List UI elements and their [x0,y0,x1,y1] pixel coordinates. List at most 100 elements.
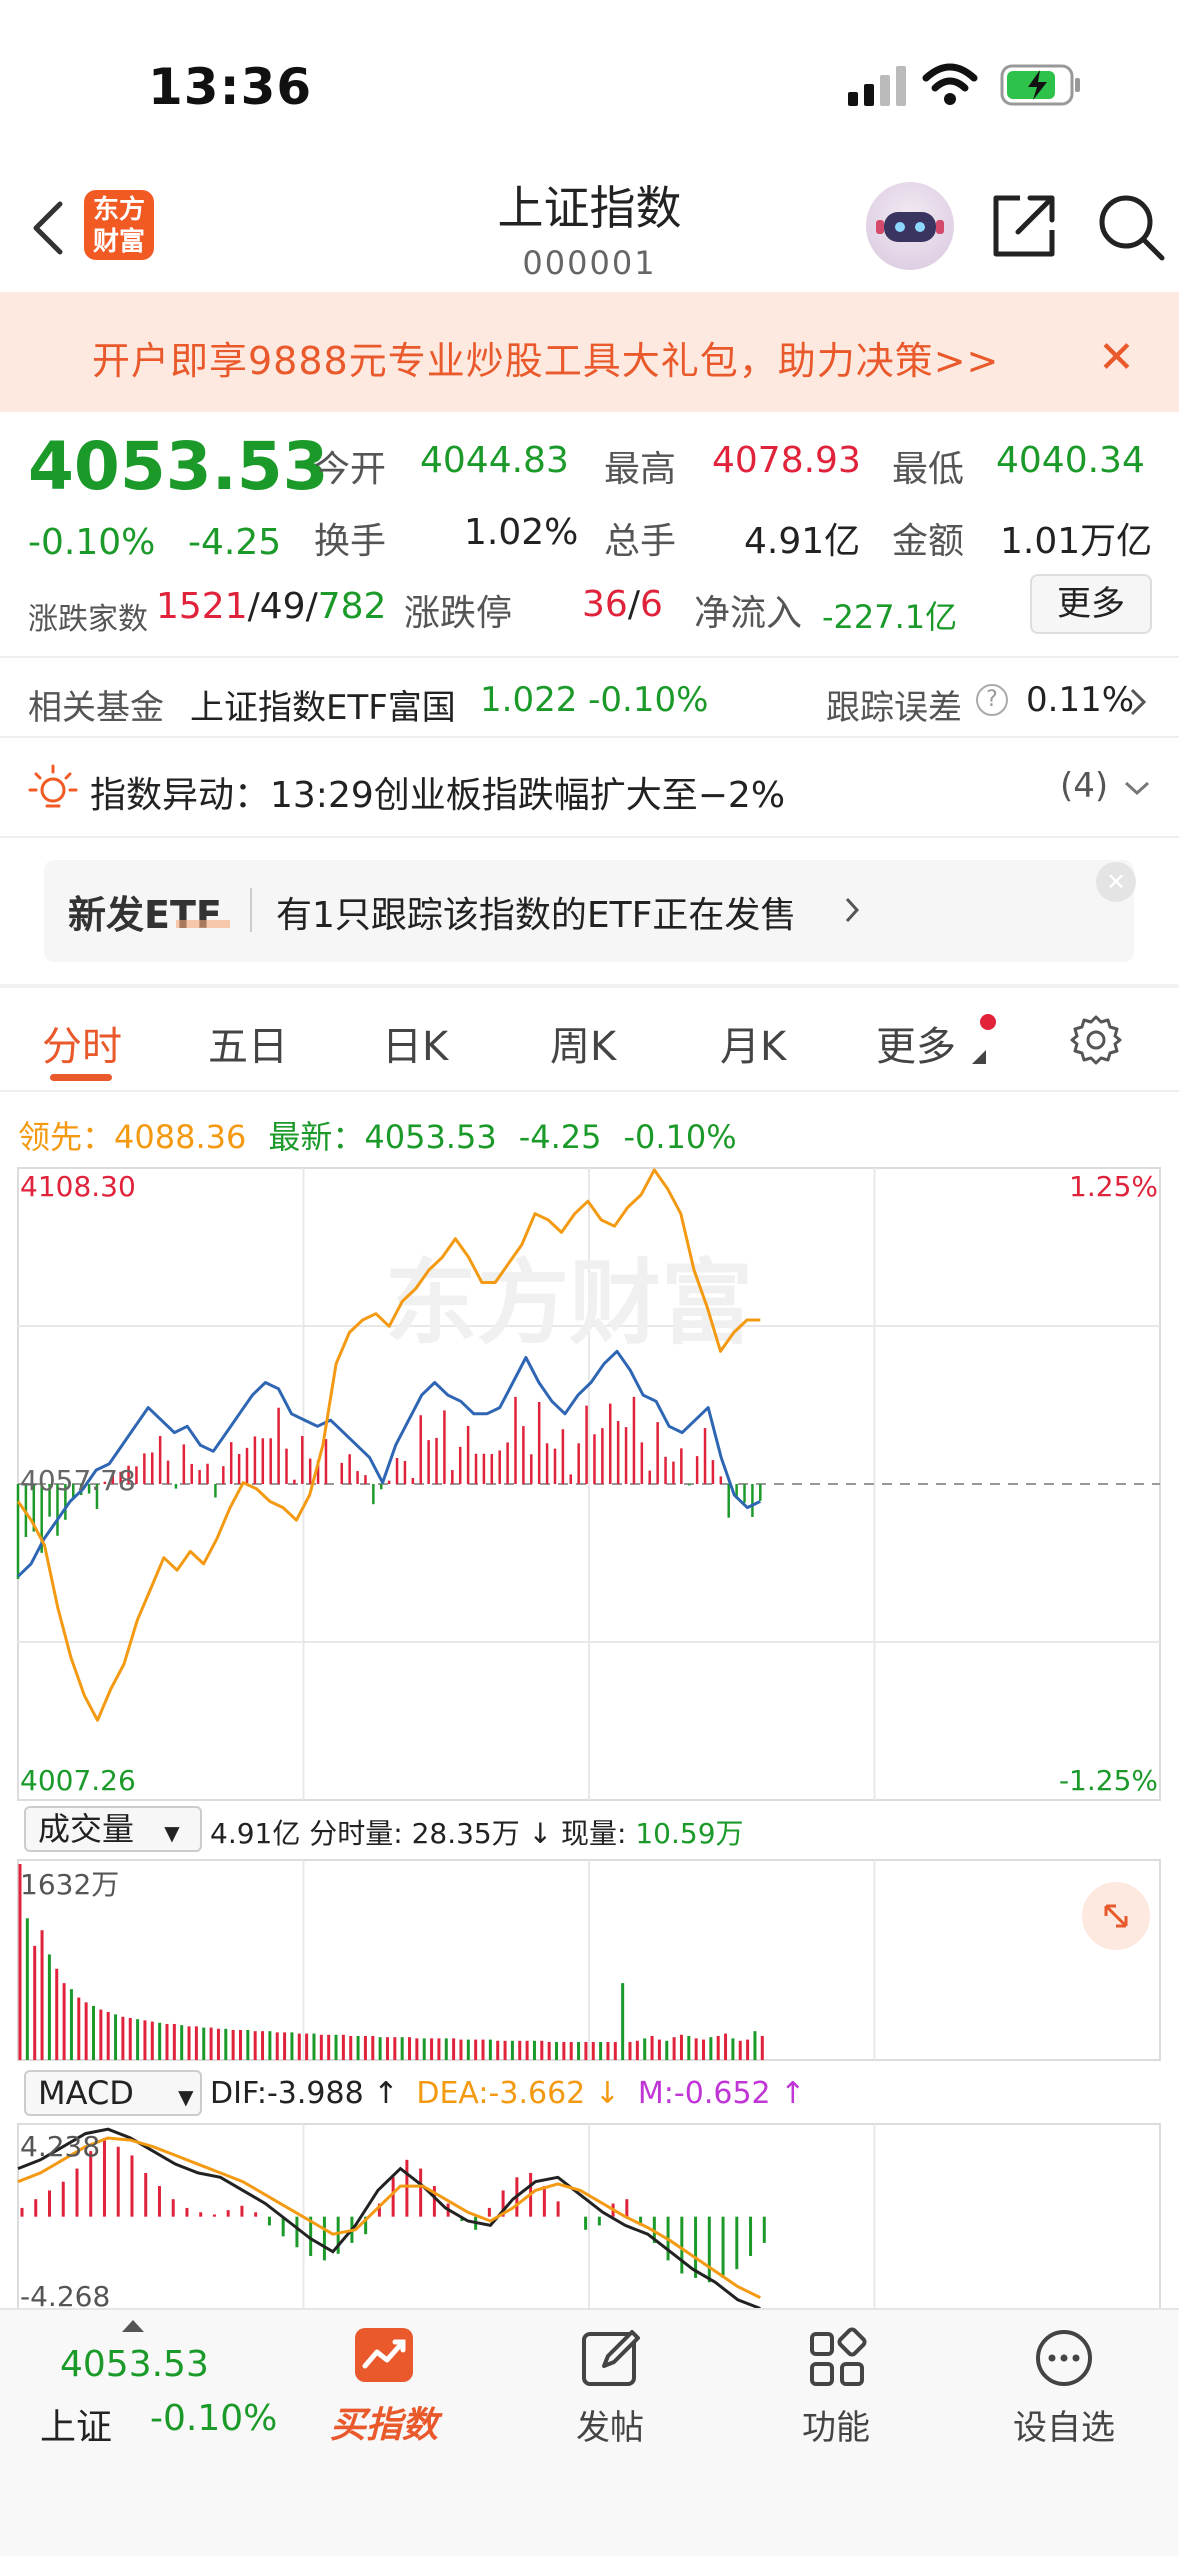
assistant-robot-avatar[interactable] [866,182,954,270]
tracking-error-label: 跟踪误差 [826,688,962,728]
help-icon[interactable]: ? [976,684,1008,716]
total-volume-value: 4.91亿 [744,521,861,562]
related-fund-price[interactable]: 1.022 -0.10% [480,680,708,720]
functions-label: 功能 [802,2408,870,2448]
current-volume: 10.59万 [635,1817,744,1850]
alert-bulb-icon [28,764,78,808]
chart-watermark: 东方财富 [385,1250,753,1357]
buy-index-button[interactable]: 买指数 [304,2326,464,2448]
promo-banner-text[interactable]: 开户即享9888元专业炒股工具大礼包，助力决策>> [92,330,999,385]
bottom-index-name[interactable]: 上证 [40,2398,112,2450]
divider [0,656,1179,658]
related-fund-name[interactable]: 上证指数ETF富国 [190,680,456,729]
wifi-icon [922,63,978,105]
banner-close-icon[interactable]: ✕ [1098,332,1135,383]
volume-info: 4.91亿 分时量: 28.35万 ↓ 现量: 10.59万 [210,1817,744,1850]
settings-gear-icon[interactable] [1070,1014,1122,1066]
volume-bars [18,1864,764,2060]
limit-label: 涨跌停 [404,593,513,634]
dropdown-caret-icon: ▼ [178,2085,194,2109]
turnover-label: 换手 [314,521,387,562]
chart-legend-row: 领先：4088.36 最新：4053.53 -4.25 -0.10% [18,1112,737,1158]
net-inflow-label: 净流入 [694,593,803,634]
macd-line [17,2127,761,2310]
pct-axis-high: 1.25% [1069,1170,1158,1203]
alert-count[interactable]: (4) [1060,766,1108,806]
macd-grid [17,2123,1161,2310]
volume-max-label: 1632万 [20,1868,119,1901]
open-label: 今开 [314,449,387,490]
advance-count: 1521 [156,586,248,627]
macd-indicator-select[interactable]: MACD ▼ [24,2070,202,2116]
more-button[interactable]: 更多 [1030,574,1152,634]
search-icon[interactable] [1096,192,1166,262]
chevron-right-icon[interactable] [842,894,862,926]
macd-dif: DIF:-3.988 ↑ [210,2076,399,2111]
tab-more[interactable]: 更多 [876,1014,956,1072]
chevron-right-icon[interactable] [1126,684,1150,720]
macd-top-label: 4.238 [20,2130,100,2163]
tab-daily-k[interactable]: 日K [382,1014,448,1072]
etf-tag-underline [176,920,230,928]
functions-button[interactable]: 功能 [756,2326,916,2449]
chevron-down-icon[interactable] [1122,778,1152,798]
grid-apps-icon [810,2327,867,2386]
volume-label: 成交量 [38,1810,135,1848]
buy-index-icon [355,2328,413,2382]
divider [0,836,1179,838]
etf-close-icon[interactable]: ✕ [1096,862,1136,902]
high-label: 最高 [604,449,677,490]
y-axis-mid: 4057.78 [20,1464,136,1497]
tab-monthly-k[interactable]: 月K [720,1014,786,1072]
watchlist-label: 设自选 [1013,2408,1115,2448]
notification-dot [980,1014,996,1030]
new-etf-text[interactable]: 有1只跟踪该指数的ETF正在发售 [276,886,796,938]
tab-five-day[interactable]: 五日 [208,1014,288,1072]
related-fund-label: 相关基金 [28,688,164,728]
limit-down-count: 6 [639,584,663,625]
active-tab-indicator [50,1074,112,1081]
watchlist-button[interactable]: 设自选 [984,2326,1144,2449]
robot-icon [876,212,944,242]
post-label: 发帖 [576,2408,644,2448]
bottom-index-pct[interactable]: -0.10% [150,2398,277,2439]
advance-decline-label: 涨跌家数 [28,602,148,637]
cellular-signal-icon [848,66,906,106]
volume-indicator-select[interactable]: 成交量 ▼ [24,1806,202,1852]
status-time: 13:36 [148,58,313,116]
high-value: 4078.93 [712,440,861,481]
flat-count: 49 [259,586,306,627]
price-change: -4.25 [188,522,282,563]
y-axis-low: 4007.26 [20,1764,136,1797]
advance-decline-counts: 1521/49/782 [156,586,387,627]
divider [250,888,252,932]
latest-pct: -0.10% [623,1118,737,1156]
dropdown-caret-icon: ▼ [164,1821,180,1845]
limit-counts: 36/6 [582,584,663,625]
macd-m: M:-0.652 ↑ [637,2076,806,2111]
total-volume-label: 总手 [604,521,677,562]
caret-up-icon[interactable] [122,2318,144,2332]
battery-charging-icon [1000,64,1080,106]
amount-value: 1.01万亿 [1000,521,1153,562]
macd-dea: DEA:-3.662 ↓ [416,2076,620,2111]
bottom-index-price[interactable]: 4053.53 [60,2344,209,2385]
low-value: 4040.34 [996,440,1145,481]
decline-count: 782 [317,586,387,627]
edit-icon [582,2330,640,2386]
share-icon[interactable] [990,192,1058,260]
macd-lines [17,2127,761,2310]
divider [0,1090,1179,1092]
latest-value: 4053.53 [364,1118,497,1156]
tab-weekly-k[interactable]: 周K [550,1014,616,1072]
index-alert-text[interactable]: 指数异动：13:29创业板指跌幅扩大至−2% [90,766,785,818]
post-button[interactable]: 发帖 [530,2326,690,2449]
limit-up-count: 36 [582,584,628,625]
buy-index-label: 买指数 [329,2405,438,2446]
intraday-chart[interactable]: 东方财富 4108.30 4057.78 4007.26 1.25% -1.25… [0,1160,1179,2310]
tracking-error-value[interactable]: 0.11% [1026,680,1134,720]
current-price: 4053.53 [28,428,329,505]
price-change-pct: -0.10% [28,522,156,563]
macd-label: MACD [38,2074,134,2112]
tab-intraday[interactable]: 分时 [42,1014,122,1072]
